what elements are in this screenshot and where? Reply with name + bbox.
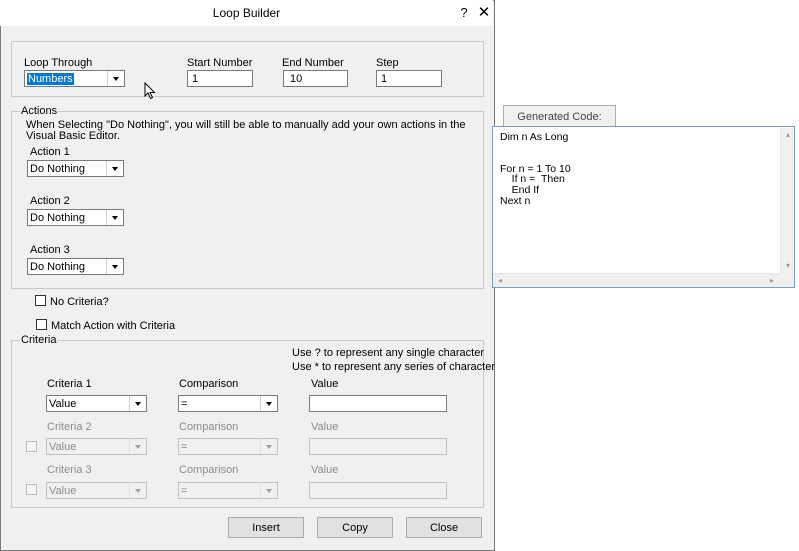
mouse-cursor-icon [144, 82, 156, 100]
loop-through-select[interactable]: Numbers [24, 70, 125, 87]
copy-button[interactable]: Copy [317, 517, 393, 538]
no-criteria-label: No Criteria? [50, 296, 109, 308]
comparison-1-value: = [181, 398, 188, 410]
criteria-group-label: Criteria [20, 334, 58, 346]
horizontal-scrollbar[interactable]: ◂ ▸ [493, 273, 780, 287]
action-3-value: Do Nothing [30, 261, 86, 273]
criteria-3-label: Criteria 3 [47, 464, 92, 476]
match-action-checkbox[interactable] [36, 319, 47, 330]
match-action-label: Match Action with Criteria [51, 320, 176, 332]
comparison-3-select[interactable]: = [178, 482, 278, 499]
action-1-label: Action 1 [30, 146, 70, 158]
start-number-input[interactable]: 1 [187, 70, 253, 87]
criteria-3-checkbox[interactable] [26, 484, 37, 495]
value-2-label: Value [311, 421, 339, 433]
end-number-value: 10 [290, 73, 303, 85]
comparison-2-label: Comparison [179, 421, 239, 433]
step-value: 1 [381, 73, 388, 85]
start-number-label: Start Number [187, 57, 253, 69]
start-number-value: 1 [192, 73, 199, 85]
value-1-input[interactable] [309, 395, 447, 412]
comparison-3-label: Comparison [179, 464, 239, 476]
chevron-down-icon [260, 483, 277, 498]
comparison-2-select[interactable]: = [178, 438, 278, 455]
chevron-down-icon[interactable] [260, 396, 277, 411]
chevron-down-icon[interactable] [129, 396, 146, 411]
step-input[interactable]: 1 [376, 70, 442, 87]
action-3-label: Action 3 [30, 244, 70, 256]
end-number-input[interactable]: 10 [283, 70, 348, 87]
actions-note: When Selecting "Do Nothing", you will st… [26, 119, 466, 142]
criteria-2-label: Criteria 2 [47, 421, 92, 433]
help-button[interactable]: ? [455, 3, 473, 23]
criteria-1-select[interactable]: Value [46, 395, 147, 412]
scroll-right-icon[interactable]: ▸ [765, 274, 779, 288]
comparison-2-value: = [181, 441, 188, 453]
scroll-left-icon[interactable]: ◂ [493, 274, 507, 288]
action-2-select[interactable]: Do Nothing [27, 209, 124, 226]
loop-through-label: Loop Through [24, 57, 93, 69]
criteria-hint-series: Use * to represent any series of charact… [292, 361, 501, 373]
step-label: Step [376, 57, 399, 69]
scroll-up-icon[interactable]: ▴ [781, 128, 795, 142]
chevron-down-icon [129, 439, 146, 454]
window-title: Loop Builder [212, 6, 281, 20]
value-3-input[interactable] [309, 482, 447, 499]
close-window-button[interactable]: ✕ [474, 3, 494, 23]
chevron-down-icon[interactable] [106, 259, 123, 274]
insert-button[interactable]: Insert [228, 517, 304, 538]
comparison-1-select[interactable]: = [178, 395, 278, 412]
loop-settings-group [11, 41, 484, 97]
value-1-label: Value [311, 378, 339, 390]
generated-code-text: Dim n As Long For n = 1 To 10 If n = The… [500, 131, 571, 207]
chevron-down-icon[interactable] [107, 71, 124, 86]
close-button[interactable]: Close [406, 517, 482, 538]
criteria-2-checkbox[interactable] [26, 441, 37, 452]
vertical-scrollbar[interactable]: ▴ ▾ [780, 128, 794, 273]
criteria-2-select[interactable]: Value [46, 438, 147, 455]
criteria-3-value: Value [49, 485, 77, 497]
chevron-down-icon[interactable] [106, 210, 123, 225]
action-1-value: Do Nothing [30, 163, 86, 175]
tab-generated-code[interactable]: Generated Code: [503, 105, 616, 127]
action-2-label: Action 2 [30, 195, 70, 207]
scroll-down-icon[interactable]: ▾ [781, 259, 795, 273]
action-3-select[interactable]: Do Nothing [27, 258, 124, 275]
criteria-2-value: Value [49, 441, 77, 453]
value-3-label: Value [311, 464, 339, 476]
criteria-hint-single: Use ? to represent any single character [292, 347, 484, 359]
criteria-1-value: Value [49, 398, 77, 410]
actions-group-label: Actions [20, 105, 59, 117]
no-criteria-checkbox[interactable] [35, 295, 46, 306]
comparison-1-label: Comparison [179, 378, 239, 390]
loop-through-value: Numbers [27, 73, 74, 85]
criteria-3-select[interactable]: Value [46, 482, 147, 499]
chevron-down-icon[interactable] [106, 161, 123, 176]
end-number-label: End Number [282, 57, 344, 69]
value-2-input[interactable] [309, 438, 447, 455]
criteria-1-label: Criteria 1 [47, 378, 92, 390]
action-2-value: Do Nothing [30, 212, 86, 224]
scrollbar-corner [780, 273, 794, 287]
chevron-down-icon [260, 439, 277, 454]
comparison-3-value: = [181, 485, 188, 497]
chevron-down-icon [129, 483, 146, 498]
action-1-select[interactable]: Do Nothing [27, 160, 124, 177]
